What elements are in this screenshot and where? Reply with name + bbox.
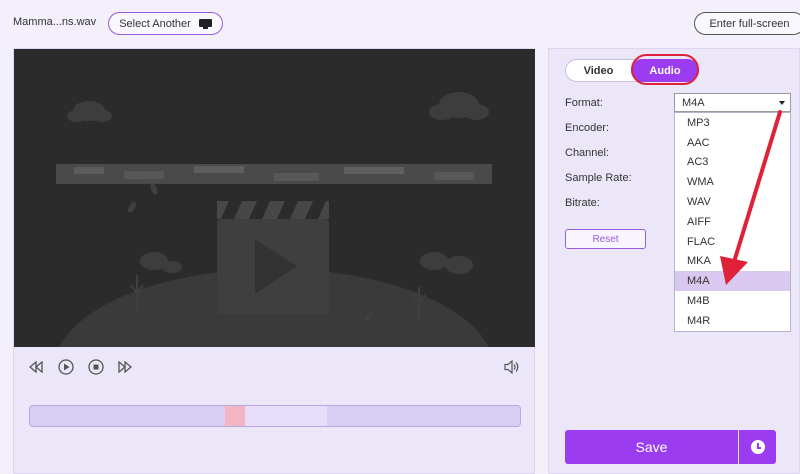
encoder-label: Encoder:	[565, 122, 610, 134]
bitrate-label: Bitrate:	[565, 197, 600, 209]
select-another-button[interactable]: Select Another	[108, 12, 223, 35]
sample-rate-label: Sample Rate:	[565, 172, 632, 184]
clock-icon	[750, 440, 765, 454]
previous-frame-icon[interactable]	[28, 359, 44, 375]
timeline-playhead[interactable]	[225, 406, 245, 426]
format-select-value: M4A	[682, 96, 705, 109]
play-icon[interactable]	[58, 359, 74, 375]
monitor-icon	[198, 18, 212, 29]
top-bar: Mamma...ns.wav Select Another Enter full…	[0, 0, 800, 47]
reset-button[interactable]: Reset	[565, 229, 646, 249]
settings-panel: Video Audio Format: Encoder: Channel: Sa…	[548, 48, 800, 474]
format-option-aiff[interactable]: AIFF	[675, 212, 790, 232]
format-option-mka[interactable]: MKA	[675, 252, 790, 272]
format-label: Format:	[565, 97, 603, 109]
format-option-wav[interactable]: WAV	[675, 192, 790, 212]
tab-video[interactable]: Video	[566, 60, 631, 81]
video-placeholder-illustration	[56, 92, 492, 347]
file-name: Mamma...ns.wav	[13, 16, 97, 28]
volume-icon[interactable]	[504, 359, 520, 375]
tab-audio[interactable]: Audio	[631, 59, 699, 82]
timeline-selection	[245, 406, 327, 426]
format-option-m4r[interactable]: M4R	[675, 311, 790, 331]
chevron-down-icon	[779, 101, 785, 105]
playback-controls	[14, 347, 535, 474]
format-option-wma[interactable]: WMA	[675, 172, 790, 192]
select-another-label: Select Another	[119, 17, 191, 30]
blurred-title-bar	[56, 164, 492, 184]
enter-fullscreen-label: Enter full-screen	[709, 17, 790, 30]
next-frame-icon[interactable]	[117, 359, 133, 375]
media-type-tabs: Video Audio	[565, 59, 699, 82]
channel-label: Channel:	[565, 147, 610, 159]
format-option-mp3[interactable]: MP3	[675, 113, 790, 133]
video-preview	[14, 49, 535, 347]
format-option-flac[interactable]: FLAC	[675, 232, 790, 252]
format-option-m4b[interactable]: M4B	[675, 291, 790, 311]
format-option-aac[interactable]: AAC	[675, 133, 790, 153]
format-select[interactable]: M4A	[674, 93, 791, 112]
enter-fullscreen-button[interactable]: Enter full-screen	[694, 12, 800, 35]
timeline-track[interactable]	[29, 405, 521, 427]
format-dropdown-list: MP3 AAC AC3 WMA WAV AIFF FLAC MKA M4A M4…	[674, 112, 791, 332]
schedule-button[interactable]	[739, 430, 776, 464]
save-button[interactable]: Save	[565, 430, 738, 464]
format-option-ac3[interactable]: AC3	[675, 153, 790, 173]
stop-icon[interactable]	[88, 359, 104, 375]
player-panel	[13, 48, 535, 474]
format-option-m4a[interactable]: M4A	[675, 271, 790, 292]
